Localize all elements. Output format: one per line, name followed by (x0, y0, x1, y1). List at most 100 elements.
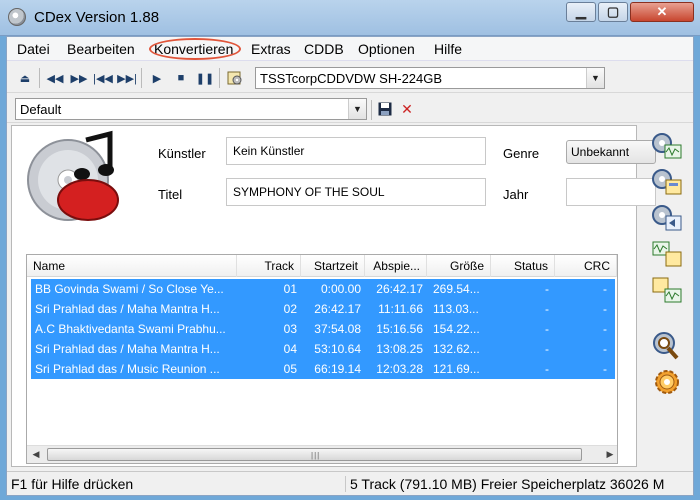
previous-track-icon[interactable]: |◀◀ (93, 69, 113, 87)
menu-datei[interactable]: Datei (17, 41, 50, 57)
track-start: 53:10.64 (314, 342, 361, 356)
track-name: Sri Prahlad das / Maha Mantra H... (35, 342, 220, 356)
drive-settings-icon[interactable] (225, 69, 245, 87)
track-start: 26:42.17 (314, 302, 361, 316)
menu-optionen[interactable]: Optionen (358, 41, 415, 57)
stop-icon[interactable]: ■ (171, 69, 191, 87)
toolbar-separator (141, 68, 142, 88)
column-header-start[interactable]: Startzeit (301, 255, 365, 277)
track-table[interactable]: Name Track Startzeit Abspie... Größe Sta… (26, 254, 618, 464)
menu-extras[interactable]: Extras (251, 41, 291, 57)
extract-partial-track-button[interactable] (649, 201, 685, 235)
column-header-track[interactable]: Track (237, 255, 301, 277)
profile-select[interactable]: Default ▼ (15, 98, 367, 120)
convert-mp3-to-wav-button[interactable] (649, 273, 685, 307)
settings-button[interactable] (649, 365, 685, 399)
track-duration: 26:42.17 (376, 282, 423, 296)
year-input[interactable] (566, 178, 656, 206)
play-icon[interactable]: ▶ (147, 69, 167, 87)
track-name: A.C Bhaktivedanta Swami Prabhu... (35, 322, 226, 336)
maximize-icon: ▢ (606, 4, 620, 19)
track-number: 01 (283, 282, 297, 296)
track-crc: - (603, 302, 607, 316)
rewind-icon[interactable]: ◀◀ (45, 69, 65, 87)
eject-icon[interactable]: ⏏ (15, 69, 35, 87)
scroll-right-icon[interactable]: ▶ (601, 446, 617, 463)
player-toolbar: ⏏ ◀◀ ▶▶ |◀◀ ▶▶| ▶ ■ ❚❚ TSSTcorpCDDVDW SH… (7, 63, 693, 93)
minimize-icon: ▁ (576, 4, 586, 19)
artist-value: Kein Künstler (233, 144, 305, 158)
drive-select-value: TSSTcorpCDDVDW SH-224GB (260, 71, 443, 86)
chevron-down-icon[interactable]: ▼ (586, 68, 604, 88)
track-crc: - (603, 342, 607, 356)
column-header-size[interactable]: Größe (427, 255, 491, 277)
table-row[interactable]: Sri Prahlad das / Maha Mantra H... 02 26… (31, 299, 615, 319)
wave-to-file-icon (652, 241, 682, 267)
profile-toolbar: Default ▼ ✕ (7, 95, 693, 123)
maximize-button[interactable]: ▢ (598, 2, 628, 22)
track-status: - (545, 302, 549, 316)
status-track-info: 5 Track (791.10 MB) Freier Speicherplatz… (345, 476, 691, 492)
track-start: 37:54.08 (314, 322, 361, 336)
track-duration: 11:11.66 (378, 302, 423, 316)
action-sidebar (645, 129, 689, 469)
track-crc: - (603, 322, 607, 336)
genre-label: Genre (503, 146, 540, 161)
column-header-crc[interactable]: CRC (555, 255, 617, 277)
table-row[interactable]: BB Govinda Swami / So Close Ye... 01 0:0… (31, 279, 615, 299)
title-input[interactable]: SYMPHONY OF THE SOUL (226, 178, 486, 206)
toolbar-separator (219, 68, 220, 88)
save-profile-icon[interactable] (375, 100, 395, 118)
cdex-app-icon[interactable] (8, 8, 26, 26)
menu-cddb[interactable]: CDDB (304, 41, 344, 57)
column-header-duration[interactable]: Abspie... (365, 255, 427, 277)
highlight-circle (149, 38, 241, 60)
status-bar: F1 für Hilfe drücken 5 Track (791.10 MB)… (7, 471, 693, 495)
drive-select[interactable]: TSSTcorpCDDVDW SH-224GB ▼ (255, 67, 605, 89)
cd-info-panel: Künstler Kein Künstler Titel SYMPHONY OF… (11, 125, 656, 467)
track-size: 113.03... (433, 302, 479, 316)
menu-hilfe[interactable]: Hilfe (434, 41, 462, 57)
track-size: 154.22... (433, 322, 480, 336)
track-crc: - (603, 362, 607, 376)
extract-cd-to-mp3-button[interactable] (649, 165, 685, 199)
pause-icon[interactable]: ❚❚ (195, 69, 215, 87)
year-label: Jahr (503, 187, 529, 202)
close-button[interactable]: ✕ (630, 2, 694, 22)
table-row[interactable]: Sri Prahlad das / Music Reunion ... 05 6… (31, 359, 615, 379)
artist-input[interactable]: Kein Künstler (226, 137, 486, 165)
window-title: CDex Version 1.88 (34, 9, 160, 26)
track-size: 132.62... (433, 342, 480, 356)
track-duration: 15:16.56 (376, 322, 423, 336)
menu-bar: Datei Bearbeiten Konvertieren Extras CDD… (7, 37, 693, 61)
track-status: - (545, 362, 549, 376)
menu-bearbeiten[interactable]: Bearbeiten (67, 41, 135, 57)
cd-magnifier-icon (653, 332, 679, 360)
scroll-left-icon[interactable]: ◀ (27, 446, 45, 463)
scrollbar-thumb[interactable]: ||| (47, 448, 582, 461)
table-row[interactable]: Sri Prahlad das / Maha Mantra H... 04 53… (31, 339, 615, 359)
status-help-text: F1 für Hilfe drücken (11, 476, 134, 492)
track-size: 269.54... (433, 282, 480, 296)
track-name: BB Govinda Swami / So Close Ye... (35, 282, 224, 296)
genre-select[interactable]: Unbekannt (566, 140, 656, 164)
chevron-down-icon[interactable]: ▼ (348, 99, 366, 119)
next-track-icon[interactable]: ▶▶| (117, 69, 137, 87)
cd-to-file-icon (652, 169, 682, 195)
horizontal-scrollbar[interactable]: ◀ ||| ▶ (27, 445, 617, 463)
convert-wav-to-mp3-button[interactable] (649, 237, 685, 271)
fast-forward-icon[interactable]: ▶▶ (69, 69, 89, 87)
track-name: Sri Prahlad das / Music Reunion ... (35, 362, 220, 376)
column-header-status[interactable]: Status (491, 255, 555, 277)
track-number: 04 (283, 342, 297, 356)
delete-profile-icon[interactable]: ✕ (397, 100, 417, 118)
track-name: Sri Prahlad das / Maha Mantra H... (35, 302, 220, 316)
grip-icon: ||| (311, 451, 321, 460)
table-row[interactable]: A.C Bhaktivedanta Swami Prabhu... 03 37:… (31, 319, 615, 339)
column-header-name[interactable]: Name (27, 255, 237, 277)
extract-cd-to-wav-button[interactable] (649, 129, 685, 163)
track-size: 121.69... (433, 362, 480, 376)
play-file-button[interactable] (649, 329, 685, 363)
minimize-button[interactable]: ▁ (566, 2, 596, 22)
title-label: Titel (158, 187, 183, 202)
